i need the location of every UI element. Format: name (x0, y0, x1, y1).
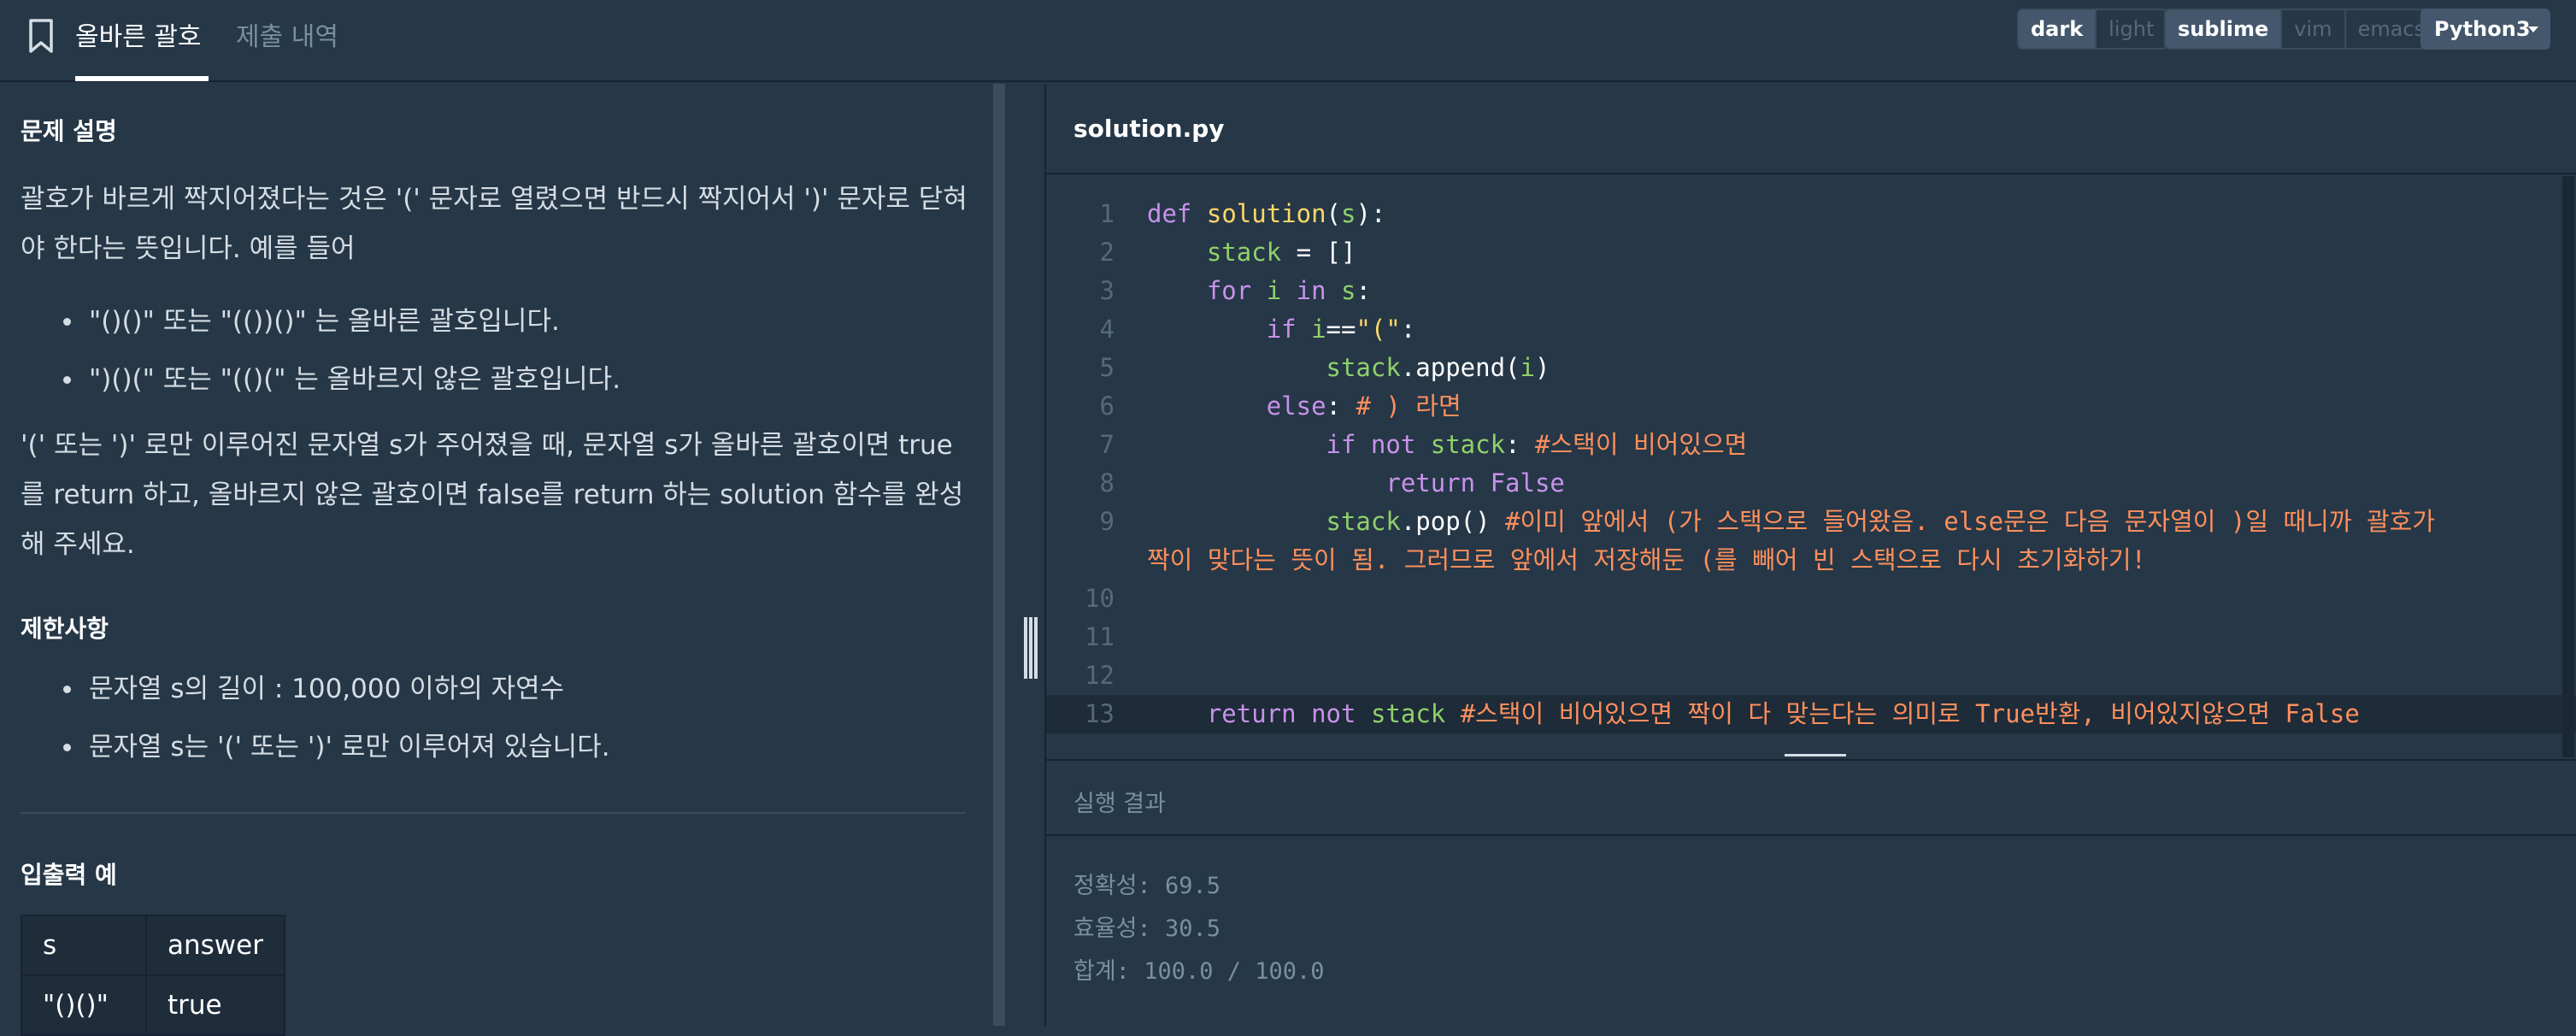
code-line: 9 stack.pop() #이미 앞에서 (가 스택으로 들어왔음. else… (1046, 503, 2576, 580)
chevron-down-icon (2528, 26, 2538, 32)
language-select[interactable]: Python3 (2420, 9, 2550, 50)
code-line: 5 stack.append(i) (1046, 349, 2576, 387)
splitter-grip (1024, 617, 1027, 679)
list-item: "()()" 또는 "(())()" 는 올바른 괄호입니다. (63, 292, 620, 350)
line-number: 2 (1099, 238, 1115, 267)
file-name: solution.py (1073, 115, 1225, 143)
code-line: 11 (1046, 618, 2576, 656)
code-line: 1 def solution(s): (1046, 195, 2576, 233)
problem-task-text: '(' 또는 ')' 로만 이루어진 문자열 s가 주어졌을 때, 문자열 s가… (21, 430, 964, 560)
code-line: 12 (1046, 656, 2576, 695)
code-text: if not stack: #스택이 비어있으면 (1326, 430, 1748, 459)
tab-submission-history[interactable]: 제출 내역 (236, 15, 338, 53)
io-example-table: s answer "()()" true (21, 915, 285, 1036)
splitter-grip (1034, 617, 1038, 679)
table-header-row: s answer (21, 915, 285, 976)
line-number: 4 (1099, 315, 1115, 344)
theme-toggle: dark light (2017, 9, 2168, 50)
io-example-title: 입출력 예 (21, 861, 117, 889)
editor-area: solution.py 1 def solution(s): 2 stack =… (1046, 84, 2576, 1026)
table-cell: "()()" (21, 974, 147, 1036)
code-line: 3 for i in s: (1046, 272, 2576, 310)
code-editor[interactable]: 1 def solution(s): 2 stack = [] 3 for i … (1046, 176, 2576, 836)
code-line: 8 return False (1046, 464, 2576, 503)
theme-dark-option[interactable]: dark (2019, 10, 2096, 48)
result-title: 실행 결과 (1073, 791, 1166, 817)
language-select-value: Python3 (2434, 17, 2531, 41)
line-number: 3 (1099, 276, 1115, 305)
line-number: 10 (1085, 584, 1115, 613)
list-item: ")()(" 또는 "(()(" 는 올바르지 않은 괄호입니다. (63, 350, 620, 409)
code-text: stack = [] (1206, 238, 1356, 267)
code-line: 6 else: # ) 라면 (1046, 387, 2576, 426)
splitter-bar (993, 84, 1005, 1026)
code-line: 7 if not stack: #스택이 비어있으면 (1046, 426, 2576, 464)
panel-splitter[interactable] (993, 84, 1046, 1026)
line-number: 11 (1085, 622, 1115, 651)
efficiency-score: 효율성: 30.5 (1073, 915, 1221, 942)
code-line: 2 stack = [] (1046, 233, 2576, 272)
accuracy-score: 정확성: 69.5 (1073, 873, 1221, 899)
section-divider (21, 812, 966, 814)
problem-description-text: 괄호가 바르게 짝지어졌다는 것은 '(' 문자로 열렸으면 반드시 짝지어서 … (21, 184, 967, 264)
total-score: 합계: 100.0 / 100.0 (1073, 958, 1325, 985)
problem-description-title: 문제 설명 (21, 117, 117, 145)
code-line: 4 if i=="(": (1046, 310, 2576, 349)
top-navigation: 올바른 괄호 제출 내역 dark light sublime vim emac… (0, 0, 2576, 82)
line-number: 12 (1085, 661, 1115, 690)
code-text: def solution(s): (1147, 199, 1386, 228)
code-text: if i=="(": (1266, 315, 1416, 344)
active-tab-indicator (75, 76, 209, 81)
code-line: 10 (1046, 580, 2576, 618)
file-header: solution.py (1046, 84, 2576, 174)
line-number: 5 (1099, 353, 1115, 382)
problem-panel: 문제 설명 괄호가 바르게 짝지어졌다는 것은 '(' 문자로 열렸으면 반드시… (0, 84, 991, 1036)
code-text: stack.pop() #이미 앞에서 (가 스택으로 들어왔음. else문은… (1326, 507, 2436, 536)
list-item: 문자열 s의 길이 : 100,000 이하의 자연수 (63, 660, 610, 718)
code-text: for i in s: (1206, 276, 1371, 305)
line-number: 9 (1099, 507, 1115, 536)
code-text: return False (1385, 468, 1565, 497)
keymap-sublime-option[interactable]: sublime (2166, 10, 2281, 48)
line-number: 1 (1099, 199, 1115, 228)
keymap-toggle: sublime vim emacs (2164, 9, 2439, 50)
line-number: 13 (1085, 699, 1115, 728)
line-number: 8 (1099, 468, 1115, 497)
example-list: "()()" 또는 "(())()" 는 올바른 괄호입니다. ")()(" 또… (63, 292, 620, 409)
code-text-wrapped: 짝이 맞다는 뜻이 됨. 그러므로 앞에서 저장해둔 (를 빼어 빈 스택으로 … (1147, 545, 2147, 574)
editor-scrollbar[interactable] (2562, 176, 2574, 757)
splitter-grip (1029, 617, 1032, 679)
limits-list: 문자열 s의 길이 : 100,000 이하의 자연수 문자열 s는 '(' 또… (63, 660, 610, 776)
keymap-vim-option[interactable]: vim (2280, 10, 2344, 48)
code-text: stack.append(i) (1326, 353, 1550, 382)
list-item: 문자열 s는 '(' 또는 ')' 로만 이루어져 있습니다. (63, 718, 610, 776)
code-text: return not stack #스택이 비어있으면 짝이 다 맞는다는 의미… (1206, 699, 2360, 728)
theme-light-option[interactable]: light (2095, 10, 2167, 48)
table-header-cell: s (21, 915, 147, 976)
tab-problem[interactable]: 올바른 괄호 (75, 15, 202, 53)
bookmark-icon[interactable] (27, 19, 55, 53)
limits-title: 제한사항 (21, 615, 109, 643)
table-header-cell: answer (145, 915, 285, 976)
result-panel: 실행 결과 정확성: 69.5 효율성: 30.5 합계: 100.0 / 10… (1046, 759, 2576, 1026)
table-row: "()()" true (21, 974, 285, 1036)
table-cell: true (145, 974, 285, 1036)
code-text: else: # ) 라면 (1266, 391, 1461, 421)
result-divider (1046, 834, 2576, 836)
current-code-line: 13 return not stack #스택이 비어있으면 짝이 다 맞는다는… (1046, 695, 2576, 733)
line-number: 7 (1099, 430, 1115, 459)
line-number: 6 (1099, 391, 1115, 421)
